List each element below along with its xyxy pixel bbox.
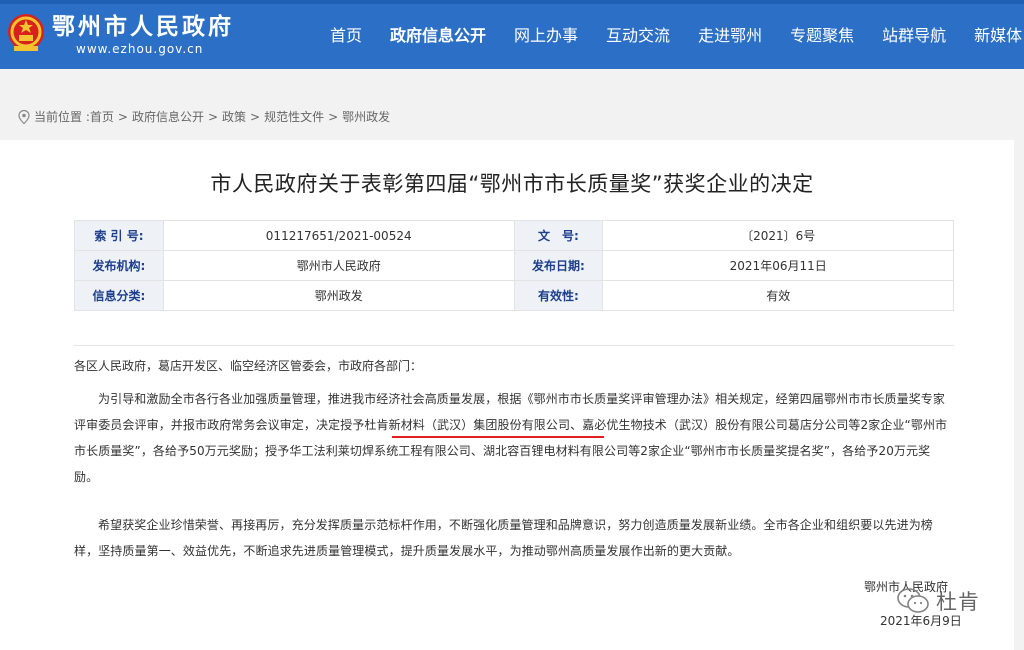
breadcrumb-ezhou-zhengfa[interactable]: 鄂州政发: [342, 108, 390, 125]
body-paragraph-decision: 为引导和激励全市各行各业加强质量管理，推进我市经济社会高质量发展，根据《鄂州市市…: [74, 392, 948, 484]
validity-label: 有效性:: [513, 280, 604, 311]
date-label: 发布日期:: [513, 250, 604, 281]
nav-about-ezhou[interactable]: 走进鄂州: [684, 0, 776, 69]
doc-no-label: 文 号:: [513, 220, 604, 251]
body-paragraph-hope: 希望获奖企业珍惜荣誉、再接再厉，充分发挥质量示范标杆作用，不断强化质量管理和品牌…: [74, 518, 933, 558]
breadcrumb-gov-info[interactable]: 政府信息公开: [132, 108, 204, 125]
info-row: 索 引 号: 011217651/2021-00524 文 号: 〔2021〕6…: [74, 220, 954, 251]
nav-new-media[interactable]: 新媒体: [960, 0, 1024, 69]
nav-gov-info[interactable]: 政府信息公开: [376, 0, 500, 69]
org-label: 发布机构:: [74, 250, 164, 281]
breadcrumb-normative-docs[interactable]: 规范性文件: [264, 108, 324, 125]
wechat-watermark: 杜肯: [896, 586, 980, 616]
divider: [74, 345, 954, 346]
breadcrumb-separator: >: [207, 109, 219, 124]
nav-interaction[interactable]: 互动交流: [592, 0, 684, 69]
nav-home[interactable]: 首页: [316, 0, 376, 69]
breadcrumb-separator: >: [328, 109, 339, 124]
breadcrumb-home[interactable]: 首页: [90, 108, 114, 125]
info-row: 信息分类: 鄂州政发 有效性: 有效: [74, 280, 954, 311]
wechat-icon: [897, 588, 929, 613]
breadcrumb-policy[interactable]: 政策: [222, 108, 246, 125]
doc-no-value: 〔2021〕6号: [602, 220, 954, 251]
document-info-table: 索 引 号: 011217651/2021-00524 文 号: 〔2021〕6…: [74, 220, 954, 311]
salutation: 各区人民政府，葛店开发区、临空经济区管委会，市政府各部门：: [74, 359, 423, 373]
category-label: 信息分类:: [74, 280, 164, 311]
watermark-text: 杜肯: [936, 590, 980, 614]
breadcrumb-separator: >: [250, 109, 261, 124]
category-value: 鄂州政发: [162, 280, 515, 311]
main-nav: 首页 政府信息公开 网上办事 互动交流 走进鄂州 专题聚焦 站群导航 新媒体: [316, 0, 1024, 69]
document-title: 市人民政府关于表彰第四届“鄂州市市长质量奖”获奖企业的决定: [210, 172, 814, 196]
org-value: 鄂州市人民政府: [162, 250, 515, 281]
index-label: 索 引 号:: [74, 220, 164, 251]
location-pin-icon: [18, 109, 30, 124]
validity-value: 有效: [602, 280, 954, 311]
breadcrumb-separator: >: [117, 109, 128, 124]
red-underline-annotation: [392, 436, 604, 438]
site-url: www.ezhou.gov.cn: [76, 42, 204, 56]
nav-site-group[interactable]: 站群导航: [868, 0, 960, 69]
breadcrumb-prefix: 当前位置 :: [34, 110, 90, 124]
date-value: 2021年06月11日: [602, 250, 954, 281]
breadcrumb: 当前位置 : 首页 > 政府信息公开 > 政策 > 规范性文件 > 鄂州政发: [18, 108, 390, 125]
index-value: 011217651/2021-00524: [162, 220, 515, 251]
site-name[interactable]: 鄂州市人民政府: [52, 14, 234, 40]
site-header: 鄂州市人民政府 www.ezhou.gov.cn 首页 政府信息公开 网上办事 …: [0, 0, 1024, 69]
national-emblem-icon: [8, 14, 44, 51]
info-row: 发布机构: 鄂州市人民政府 发布日期: 2021年06月11日: [74, 250, 954, 281]
nav-topics[interactable]: 专题聚焦: [776, 0, 868, 69]
nav-online-services[interactable]: 网上办事: [500, 0, 592, 69]
